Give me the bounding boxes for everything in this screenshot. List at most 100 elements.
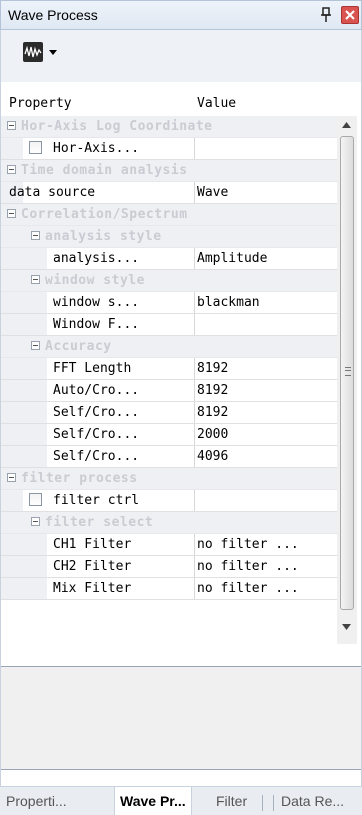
property-row[interactable]: Auto/Cro... 8192	[1, 380, 337, 402]
property-value[interactable]: no filter ...	[197, 581, 299, 596]
row-indent-margin	[1, 314, 47, 335]
scrollbar-grip-icon	[345, 367, 351, 376]
property-row[interactable]: CH1 Filter no filter ...	[1, 534, 337, 556]
column-divider	[194, 556, 195, 577]
property-row[interactable]: window s... blackman	[1, 292, 337, 314]
collapse-toggle-icon[interactable]	[31, 275, 40, 284]
scroll-up-arrow-icon[interactable]	[342, 122, 351, 128]
property-value[interactable]: blackman	[197, 295, 260, 310]
category-row[interactable]: Accuracy	[1, 336, 337, 358]
property-row[interactable]: Self/Cro... 8192	[1, 402, 337, 424]
scroll-down-arrow-icon[interactable]	[342, 624, 351, 630]
category-label: window style	[45, 273, 145, 288]
row-indent-margin	[1, 402, 47, 423]
column-divider	[194, 402, 195, 423]
column-divider	[194, 358, 195, 379]
scrollbar-thumb[interactable]	[340, 136, 354, 610]
collapse-toggle-icon[interactable]	[7, 165, 16, 174]
category-row[interactable]: analysis style	[1, 226, 337, 248]
property-value[interactable]: 8192	[197, 361, 228, 376]
property-value[interactable]: no filter ...	[197, 559, 299, 574]
category-row[interactable]: filter process	[1, 468, 337, 490]
category-label: Correlation/Spectrum	[21, 207, 188, 222]
category-row[interactable]: window style	[1, 270, 337, 292]
column-divider	[194, 314, 195, 335]
category-label: analysis style	[45, 229, 162, 244]
property-value[interactable]: no filter ...	[197, 537, 299, 552]
window-title: Wave Process	[8, 7, 98, 23]
property-name: Mix Filter	[53, 581, 132, 596]
row-indent-margin	[1, 446, 47, 467]
row-indent-margin	[1, 138, 23, 159]
row-indent-margin	[1, 292, 47, 313]
collapse-toggle-icon[interactable]	[7, 473, 16, 482]
row-indent-margin	[1, 490, 23, 511]
category-row[interactable]: Time domain analysis	[1, 160, 337, 182]
collapse-toggle-icon[interactable]	[31, 231, 40, 240]
grid-header: Property Value	[1, 92, 345, 116]
waveform-icon	[23, 42, 43, 62]
column-divider	[194, 534, 195, 555]
property-value[interactable]: 8192	[197, 405, 228, 420]
category-row[interactable]: Hor-Axis Log Coordinate	[1, 116, 337, 138]
tab-properties[interactable]: Properti...	[6, 793, 67, 809]
category-label: Hor-Axis Log Coordinate	[21, 119, 213, 134]
column-divider	[194, 292, 195, 313]
close-button[interactable]	[341, 6, 359, 24]
property-name: CH2 Filter	[53, 559, 132, 574]
property-name: filter ctrl	[53, 493, 140, 508]
pin-icon[interactable]	[319, 6, 333, 24]
collapse-toggle-icon[interactable]	[7, 209, 16, 218]
toolbar-dropdown-button[interactable]	[23, 42, 57, 68]
property-row[interactable]: CH2 Filter no filter ...	[1, 556, 337, 578]
property-row[interactable]: Mix Filter no filter ...	[1, 578, 337, 600]
category-label: filter select	[45, 515, 154, 530]
property-name: Auto/Cro...	[53, 383, 140, 398]
column-divider	[194, 138, 195, 159]
property-row[interactable]: Self/Cro... 4096	[1, 446, 337, 468]
property-name: CH1 Filter	[53, 537, 132, 552]
vertical-scrollbar[interactable]	[337, 116, 357, 644]
property-value[interactable]: Amplitude	[197, 251, 267, 266]
column-divider	[194, 578, 195, 599]
collapse-toggle-icon[interactable]	[7, 121, 16, 130]
property-value[interactable]: 2000	[197, 427, 228, 442]
property-value[interactable]: Wave	[197, 185, 228, 200]
tab-wave-process[interactable]: Wave Pr...	[114, 787, 192, 815]
property-name: Self/Cro...	[53, 427, 140, 442]
column-divider	[194, 248, 195, 269]
property-row[interactable]: Window F...	[1, 314, 337, 336]
tab-data-re[interactable]: Data Re...	[281, 793, 344, 809]
row-indent-margin	[1, 556, 47, 577]
column-divider	[194, 380, 195, 401]
property-row[interactable]: data source Wave	[1, 182, 337, 204]
category-row[interactable]: Correlation/Spectrum	[1, 204, 337, 226]
property-row[interactable]: analysis... Amplitude	[1, 248, 337, 270]
row-indent-margin	[1, 578, 47, 599]
wave-process-panel: Property Value Hor-Axis Log Coordinate Ho…	[0, 30, 362, 786]
property-row[interactable]: Hor-Axis...	[1, 138, 337, 160]
toolbar	[1, 30, 361, 82]
bottom-tab-strip: Properti... Wave Pr... Filter Data Re...	[0, 786, 362, 815]
property-checkbox[interactable]	[29, 141, 42, 154]
collapse-toggle-icon[interactable]	[31, 341, 40, 350]
property-name: Hor-Axis...	[53, 141, 140, 156]
tab-separator	[273, 795, 274, 811]
property-row[interactable]: FFT Length 8192	[1, 358, 337, 380]
collapse-toggle-icon[interactable]	[31, 517, 40, 526]
property-name: data source	[9, 185, 96, 200]
property-row[interactable]: Self/Cro... 2000	[1, 424, 337, 446]
tab-filter[interactable]: Filter	[216, 793, 247, 809]
row-indent-margin	[1, 358, 47, 379]
property-row[interactable]: filter ctrl	[1, 490, 337, 512]
property-name: window s...	[53, 295, 140, 310]
property-value[interactable]: 4096	[197, 449, 228, 464]
property-checkbox[interactable]	[29, 493, 42, 506]
property-value[interactable]: 8192	[197, 383, 228, 398]
tab-separator	[262, 795, 263, 811]
close-icon	[345, 10, 355, 20]
property-name: Self/Cro...	[53, 405, 140, 420]
property-name: Window F...	[53, 317, 140, 332]
column-divider	[194, 182, 195, 203]
category-row[interactable]: filter select	[1, 512, 337, 534]
